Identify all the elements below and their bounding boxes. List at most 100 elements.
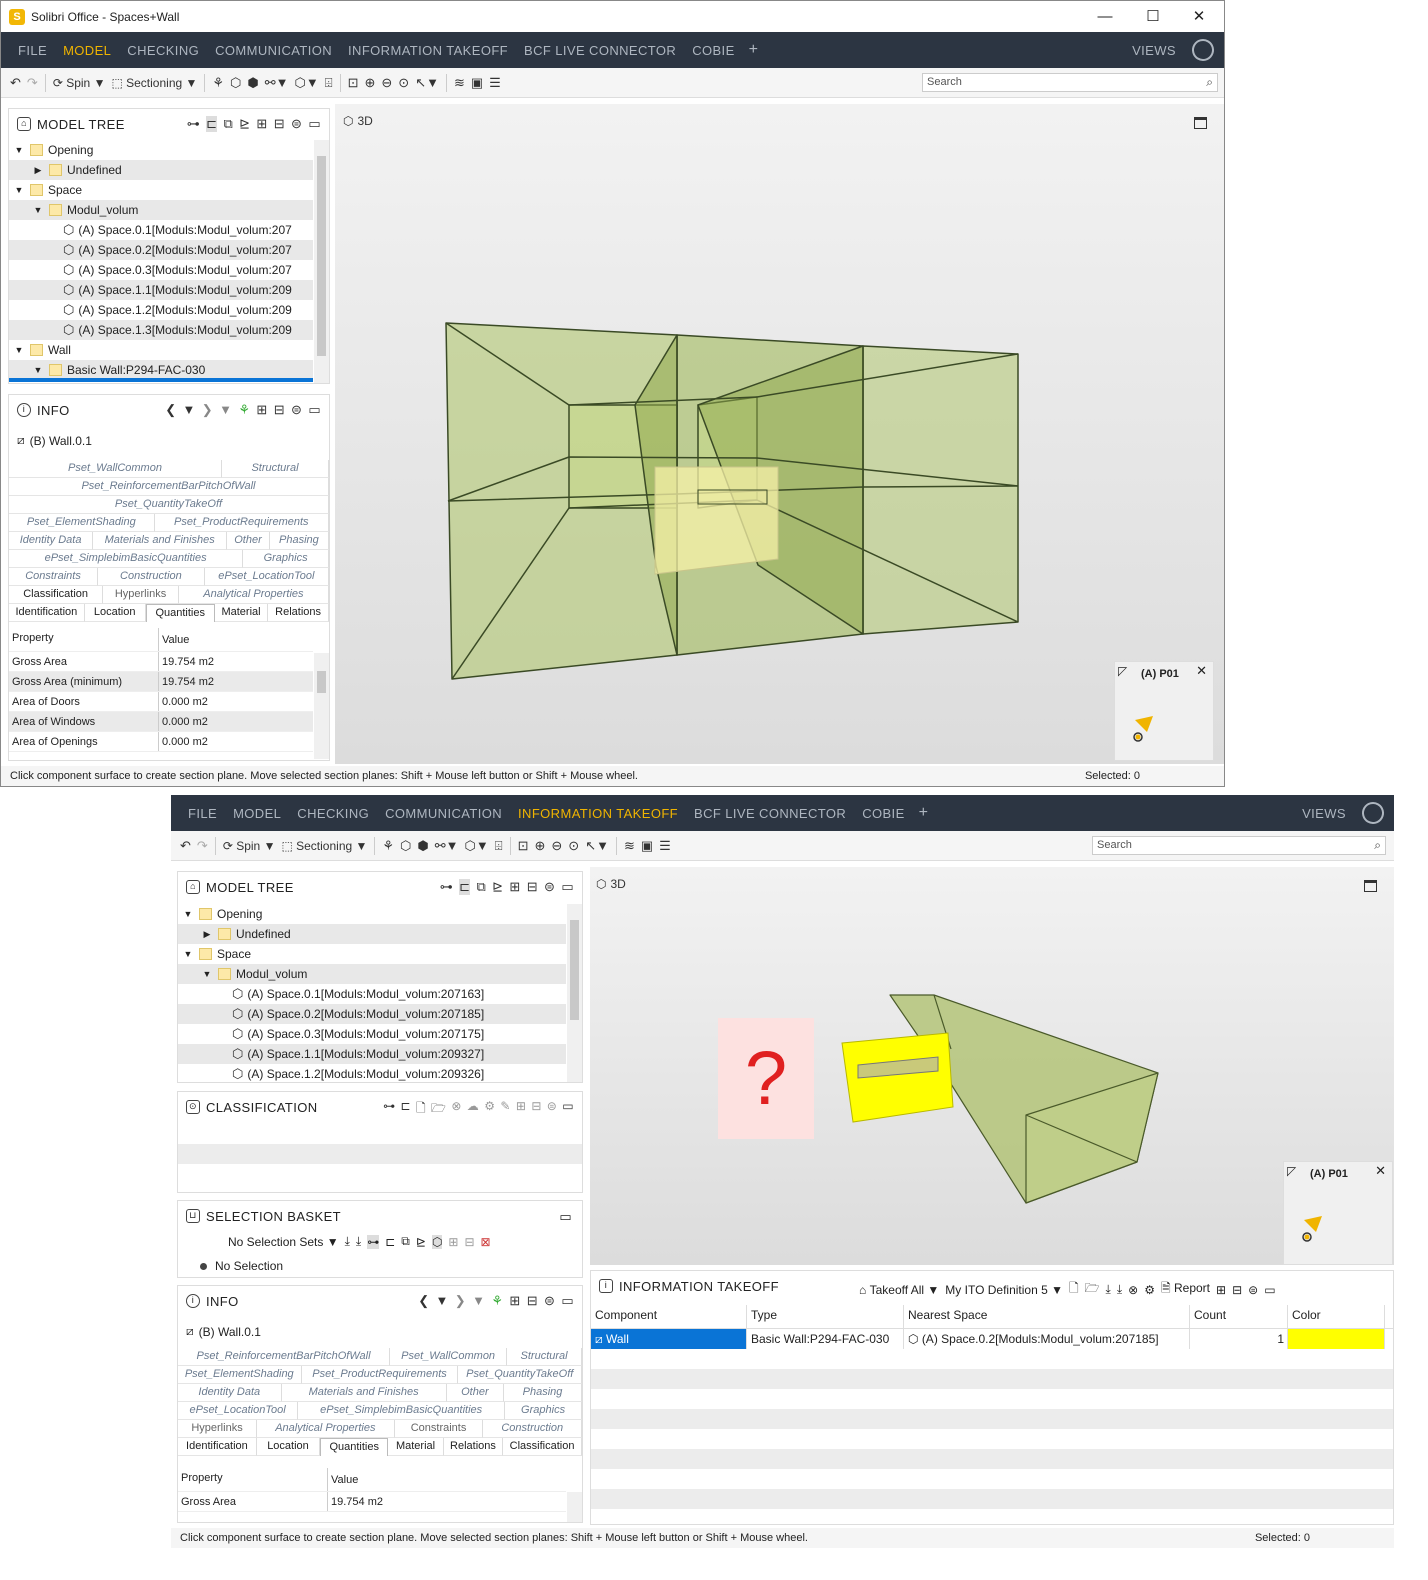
spaces-model[interactable] bbox=[335, 104, 1224, 764]
tree-item-modul-volum[interactable]: ▼ Modul_volum bbox=[9, 200, 313, 220]
collapse-icon[interactable]: ▼ bbox=[32, 365, 44, 375]
tab-analytical-properties[interactable]: Analytical Properties bbox=[178, 586, 329, 604]
filter-tree-icon[interactable]: ⊵ bbox=[492, 879, 503, 895]
tree-item-a-space-1-1-moduls-modul-volum-209[interactable]: ⬡ (A) Space.1.1[Moduls:Modul_volum:209 bbox=[9, 280, 313, 300]
tree-item-a-space-0-3-moduls-modul-volum-207[interactable]: ⬡ (A) Space.0.3[Moduls:Modul_volum:207 bbox=[9, 260, 313, 280]
tab-structural[interactable]: Structural bbox=[507, 1348, 582, 1366]
tab-pset-quantitytakeoff[interactable]: Pset_QuantityTakeOff bbox=[458, 1366, 582, 1384]
collapse-icon[interactable]: ▼ bbox=[13, 145, 25, 155]
zoom-out-icon[interactable]: ⊖ bbox=[378, 75, 395, 91]
tab-pset-elementshading[interactable]: Pset_ElementShading bbox=[9, 514, 155, 532]
tab-material[interactable]: Material bbox=[388, 1438, 444, 1456]
close-button[interactable]: ✕ bbox=[1176, 1, 1222, 32]
add-basket-icon[interactable]: ⊞ bbox=[509, 1293, 520, 1309]
export-icon[interactable]: ⤓ bbox=[356, 1234, 361, 1249]
tab-location[interactable]: Location bbox=[256, 1438, 321, 1456]
cube-select-icon[interactable]: ⬡ bbox=[431, 1234, 443, 1249]
isolate-icon[interactable]: ⬡ bbox=[227, 75, 244, 91]
tab-materials-and-finishes[interactable]: Materials and Finishes bbox=[93, 532, 228, 550]
back-icon[interactable]: ❮ bbox=[165, 402, 176, 418]
menu-model[interactable]: MODEL bbox=[55, 43, 119, 58]
layers-icon[interactable]: ≋ bbox=[451, 75, 468, 91]
collapse-icon[interactable]: ▼ bbox=[13, 185, 25, 195]
zoom-area-icon[interactable]: ⊡ bbox=[345, 75, 362, 91]
ito-cell-type[interactable]: Basic Wall:P294-FAC-030 bbox=[747, 1329, 904, 1349]
zoom-out-icon[interactable]: ⊖ bbox=[548, 838, 565, 854]
maximize-panel-icon[interactable]: ▭ bbox=[308, 402, 321, 418]
select-component-icon[interactable]: ⚘ bbox=[491, 1293, 503, 1309]
add-basket-icon[interactable]: ⊞ bbox=[516, 1099, 526, 1120]
maximize-panel-icon[interactable]: ▭ bbox=[562, 1099, 574, 1120]
new-file-icon[interactable]: 🗋 bbox=[416, 1099, 426, 1120]
spin-button[interactable]: ⟳ Spin ▼ bbox=[50, 76, 109, 90]
minimap-expand-icon[interactable]: ◸ bbox=[1287, 1164, 1296, 1178]
back-icon[interactable]: ❮ bbox=[418, 1293, 429, 1309]
basket-clear-icon[interactable]: ⊠ bbox=[481, 1235, 491, 1249]
tree-item-opening[interactable]: ▼ Opening bbox=[178, 904, 566, 924]
collapse-icon[interactable]: ▼ bbox=[201, 969, 213, 979]
settings-icon[interactable]: ⚙ bbox=[1144, 1283, 1155, 1297]
property-row[interactable]: Gross Area 19.754 m2 bbox=[9, 652, 313, 672]
basket-icon[interactable]: ⊜ bbox=[547, 1099, 557, 1120]
add-basket-icon[interactable]: ⊞ bbox=[256, 116, 267, 132]
basket-add-icon[interactable]: ⊞ bbox=[448, 1235, 458, 1249]
tree-item-a-space-0-2-moduls-modul-volum-207[interactable]: ⬡ (A) Space.0.2[Moduls:Modul_volum:207 bbox=[9, 240, 313, 260]
sectioning-button[interactable]: ⬚ Sectioning ▼ bbox=[278, 839, 370, 853]
hierarchy-icon[interactable]: ⊶ bbox=[383, 1099, 395, 1120]
tab-graphics[interactable]: Graphics bbox=[243, 550, 329, 568]
tree-item-modul-volum[interactable]: ▼ Modul_volum bbox=[178, 964, 566, 984]
menu-file[interactable]: FILE bbox=[180, 806, 225, 821]
minimap[interactable]: ◸ (A) P01 ✕ bbox=[1114, 661, 1214, 761]
undo-icon[interactable]: ↶ bbox=[177, 838, 194, 854]
tab-pset-reinforcementbarpitchofwall[interactable]: Pset_ReinforcementBarPitchOfWall bbox=[9, 478, 329, 496]
tree-item-undefined[interactable]: ▶ Undefined bbox=[178, 924, 566, 944]
back-dropdown-icon[interactable]: ▼ bbox=[183, 402, 196, 418]
export-icon[interactable]: ⤓ bbox=[1117, 1282, 1122, 1297]
collapse-icon[interactable]: ▼ bbox=[182, 949, 194, 959]
menu-communication[interactable]: COMMUNICATION bbox=[207, 43, 340, 58]
forward-icon[interactable]: ❯ bbox=[455, 1293, 466, 1309]
tab-constraints[interactable]: Constraints bbox=[9, 568, 99, 586]
sectioning-button[interactable]: ⬚ Sectioning ▼ bbox=[108, 76, 200, 90]
hierarchy-icon[interactable]: ⊶ bbox=[187, 116, 200, 132]
menu-cobie[interactable]: COBIE bbox=[854, 806, 912, 821]
tree-item-a-space-1-1-moduls-modul-volum-209327[interactable]: ⬡ (A) Space.1.1[Moduls:Modul_volum:209327… bbox=[178, 1044, 566, 1064]
expand-icon[interactable]: ▶ bbox=[32, 165, 44, 176]
filter-tree-icon[interactable]: ⊵ bbox=[416, 1235, 426, 1249]
tab-pset-elementshading[interactable]: Pset_ElementShading bbox=[178, 1366, 302, 1384]
map-icon[interactable]: ▣ bbox=[468, 75, 486, 91]
tree-icon[interactable]: ⊏ bbox=[206, 116, 218, 132]
forward-icon[interactable]: ❯ bbox=[202, 402, 213, 418]
tab-classification[interactable]: Classification bbox=[503, 1438, 582, 1456]
tab-epset-locationtool[interactable]: ePset_LocationTool bbox=[204, 568, 330, 586]
tree-item-a-space-0-1-moduls-modul-volum-207163[interactable]: ⬡ (A) Space.0.1[Moduls:Modul_volum:207163… bbox=[178, 984, 566, 1004]
tree-icon[interactable]: ⊏ bbox=[459, 879, 471, 895]
tab-epset-locationtool[interactable]: ePset_LocationTool bbox=[178, 1402, 299, 1420]
tab-other[interactable]: Other bbox=[227, 532, 270, 550]
ito-definition-dropdown[interactable]: My ITO Definition 5 ▼ bbox=[945, 1283, 1063, 1297]
tab-pset-productrequirements[interactable]: Pset_ProductRequirements bbox=[301, 1366, 459, 1384]
visibility-icon[interactable]: ⚯▼ bbox=[432, 838, 462, 854]
menu-file[interactable]: FILE bbox=[10, 43, 55, 58]
hide-icon[interactable]: ⬢ bbox=[414, 838, 431, 854]
hierarchy-icon[interactable]: ⊶ bbox=[367, 1234, 380, 1249]
settings-icon[interactable]: ⚙ bbox=[484, 1099, 495, 1120]
layers-icon[interactable]: ≋ bbox=[621, 838, 638, 854]
tree-item-a-space-0-3-moduls-modul-volum-207175[interactable]: ⬡ (A) Space.0.3[Moduls:Modul_volum:207175… bbox=[178, 1024, 566, 1044]
clear-icon[interactable]: ⊗ bbox=[1128, 1283, 1138, 1297]
model-tree-scrollbar[interactable] bbox=[314, 140, 329, 383]
basket-icon[interactable]: ⊜ bbox=[291, 116, 302, 132]
tab-materials-and-finishes[interactable]: Materials and Finishes bbox=[281, 1384, 447, 1402]
tab-pset-productrequirements[interactable]: Pset_ProductRequirements bbox=[154, 514, 329, 532]
views-icon[interactable] bbox=[1357, 797, 1389, 829]
add-basket-icon[interactable]: ⊞ bbox=[1216, 1283, 1226, 1297]
menu-communication[interactable]: COMMUNICATION bbox=[377, 806, 510, 821]
tab-graphics[interactable]: Graphics bbox=[505, 1402, 582, 1420]
view-cube-icon[interactable]: ⬡▼ bbox=[462, 838, 492, 854]
isolate-icon[interactable]: ⬡ bbox=[397, 838, 414, 854]
tree-item-a-space-1-2-moduls-modul-volum-209[interactable]: ⬡ (A) Space.1.2[Moduls:Modul_volum:209 bbox=[9, 300, 313, 320]
import-icon[interactable]: ⤓ bbox=[345, 1234, 350, 1249]
layers-tree-icon[interactable]: ⧉ bbox=[476, 879, 486, 895]
zoom-fit-icon[interactable]: ⊙ bbox=[565, 838, 582, 854]
layers-tree-icon[interactable]: ⧉ bbox=[401, 1234, 410, 1249]
